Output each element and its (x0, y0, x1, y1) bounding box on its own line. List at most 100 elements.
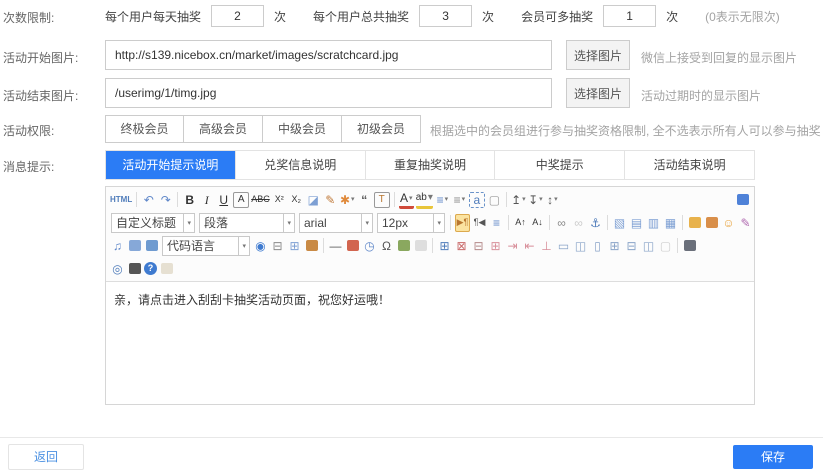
delete-col-icon[interactable]: ⊥ (539, 237, 554, 255)
paragraph-format-icon[interactable]: ≡ (489, 214, 504, 232)
split-cells-icon[interactable]: ⊞ (607, 237, 622, 255)
message-tab-4[interactable]: 活动结束说明 (625, 151, 754, 179)
blockquote-icon[interactable]: “ (357, 191, 372, 209)
anchor-text-icon[interactable]: a (469, 192, 485, 208)
horizontal-rule-icon[interactable]: — (328, 237, 343, 255)
char-border-icon[interactable]: A (233, 192, 249, 208)
message-tab-3[interactable]: 中奖提示 (495, 151, 625, 179)
template-icon[interactable] (413, 237, 428, 255)
split-col-icon[interactable]: ◫ (641, 237, 656, 255)
search-replace-icon[interactable] (127, 260, 142, 278)
member-group-button-2[interactable]: 中级会员 (263, 115, 342, 143)
member-extra-draw-input[interactable] (603, 5, 656, 27)
emotion-icon[interactable]: ☺ (721, 214, 736, 232)
line-height-icon[interactable]: ↕▾ (545, 191, 560, 209)
start-image-select-button[interactable]: 选择图片 (566, 40, 630, 70)
save-button[interactable]: 保存 (733, 445, 813, 469)
font-family-select[interactable]: arial▾ (299, 213, 373, 233)
insert-video-icon[interactable] (144, 237, 159, 255)
font-color-icon[interactable]: A▾ (399, 191, 414, 209)
superscript-icon[interactable]: X² (272, 191, 287, 209)
fontsize-up-icon[interactable]: A↑ (513, 214, 528, 232)
music-icon[interactable]: ♫ (110, 237, 125, 255)
total-draw-input[interactable] (419, 5, 472, 27)
paragraph-spacing-icon[interactable]: ↧▾ (528, 191, 543, 209)
print-icon[interactable] (682, 237, 697, 255)
preview-icon[interactable]: ◎ (110, 260, 125, 278)
unordered-list-icon[interactable]: ≡▾ (452, 191, 467, 209)
image-icon[interactable] (687, 214, 702, 232)
merge-cells-icon[interactable]: ▭ (556, 237, 571, 255)
image-float-right-icon[interactable]: ▥ (646, 214, 661, 232)
formula-icon[interactable] (396, 237, 411, 255)
blank-doc-icon[interactable]: ▢ (487, 191, 502, 209)
unlink-icon[interactable]: ∞ (571, 214, 586, 232)
indent-icon[interactable]: ↥▾ (511, 191, 526, 209)
chevron-down-icon: ▾ (283, 214, 294, 232)
fontsize-down-icon[interactable]: A↓ (530, 214, 545, 232)
highlight-color-icon[interactable]: ab▾ (416, 191, 433, 209)
anchor-icon[interactable]: ⚓ (588, 214, 603, 232)
strikethrough-icon[interactable]: ABC (251, 191, 270, 209)
custom-title-select[interactable]: 自定义标题▾ (111, 213, 195, 233)
auto-typeset-icon[interactable]: ✱▾ (340, 191, 355, 209)
subscript-icon[interactable]: X₂ (289, 191, 304, 209)
insert-row-icon[interactable]: ⇤ (522, 237, 537, 255)
end-image-select-button[interactable]: 选择图片 (566, 78, 630, 108)
image-float-left-icon[interactable]: ▧ (612, 214, 627, 232)
insert-image-icon[interactable] (704, 214, 719, 232)
end-image-input[interactable] (105, 78, 552, 108)
link-icon[interactable]: ∞ (554, 214, 569, 232)
map-icon[interactable]: ◉ (253, 237, 268, 255)
end-image-row: 活动结束图片: 选择图片 活动过期时的显示图片 (0, 78, 823, 108)
message-tab-2[interactable]: 重复抽奖说明 (366, 151, 496, 179)
message-tab-1[interactable]: 兑奖信息说明 (236, 151, 366, 179)
scrawl-icon[interactable]: ✎ (738, 214, 751, 232)
table-title-row-icon[interactable]: ⊞ (488, 237, 503, 255)
image-center-icon[interactable]: ▦ (663, 214, 678, 232)
underline-icon[interactable]: U (216, 191, 231, 209)
ordered-list-icon[interactable]: ≡▾ (435, 191, 450, 209)
font-size-select[interactable]: 12px▾ (377, 213, 445, 233)
page-break-icon[interactable]: ⊟ (270, 237, 285, 255)
fullscreen-icon[interactable] (735, 191, 750, 209)
image-inline-icon[interactable]: ▤ (629, 214, 644, 232)
paste-plain-text-icon[interactable]: T (374, 192, 390, 208)
split-row-icon[interactable]: ⊟ (624, 237, 639, 255)
delete-table-icon[interactable]: ⊠ (454, 237, 469, 255)
redo-icon[interactable]: ↷ (158, 191, 173, 209)
code-language-select[interactable]: 代码语言▾ (162, 236, 250, 256)
member-group-button-0[interactable]: 终极会员 (105, 115, 184, 143)
ltr-icon[interactable]: ▶¶ (455, 214, 470, 232)
insert-table-icon[interactable]: ⊞ (437, 237, 452, 255)
iframe-icon[interactable]: ⊞ (287, 237, 302, 255)
source-code-icon[interactable]: HTML (110, 191, 132, 209)
member-group-button-1[interactable]: 高级会员 (184, 115, 263, 143)
page-doc-icon[interactable]: ▢ (658, 237, 673, 255)
eraser-icon[interactable]: ◪ (306, 191, 321, 209)
rtl-icon[interactable]: ¶◀ (472, 214, 487, 232)
paragraph-select[interactable]: 段落▾ (199, 213, 295, 233)
member-group-button-3[interactable]: 初级会员 (342, 115, 421, 143)
italic-icon[interactable]: I (199, 191, 214, 209)
insert-col-icon[interactable]: ⇥ (505, 237, 520, 255)
message-tab-0[interactable]: 活动开始提示说明 (106, 151, 236, 179)
paste-icon[interactable] (159, 260, 174, 278)
attachment-icon[interactable] (127, 237, 142, 255)
permission-row: 活动权限: 终极会员高级会员中级会员初级会员 根据选中的会员组进行参与抽奖资格限… (0, 115, 823, 143)
merge-down-icon[interactable]: ▯ (590, 237, 605, 255)
daily-draw-input[interactable] (211, 5, 264, 27)
date-icon[interactable] (345, 237, 360, 255)
time-icon[interactable]: ◷ (362, 237, 377, 255)
start-image-input[interactable] (105, 40, 552, 70)
table-caption-icon[interactable]: ⊟ (471, 237, 486, 255)
undo-icon[interactable]: ↶ (141, 191, 156, 209)
editor-content[interactable]: 亲，请点击进入刮刮卡抽奖活动页面，祝您好运哦！ (106, 282, 754, 318)
help-icon[interactable]: ? (144, 262, 157, 275)
bold-icon[interactable]: B (182, 191, 197, 209)
merge-right-icon[interactable]: ◫ (573, 237, 588, 255)
snapshot-icon[interactable] (304, 237, 319, 255)
format-painter-icon[interactable]: ✎ (323, 191, 338, 209)
back-button[interactable]: 返回 (8, 444, 84, 470)
special-char-icon[interactable]: Ω (379, 237, 394, 255)
